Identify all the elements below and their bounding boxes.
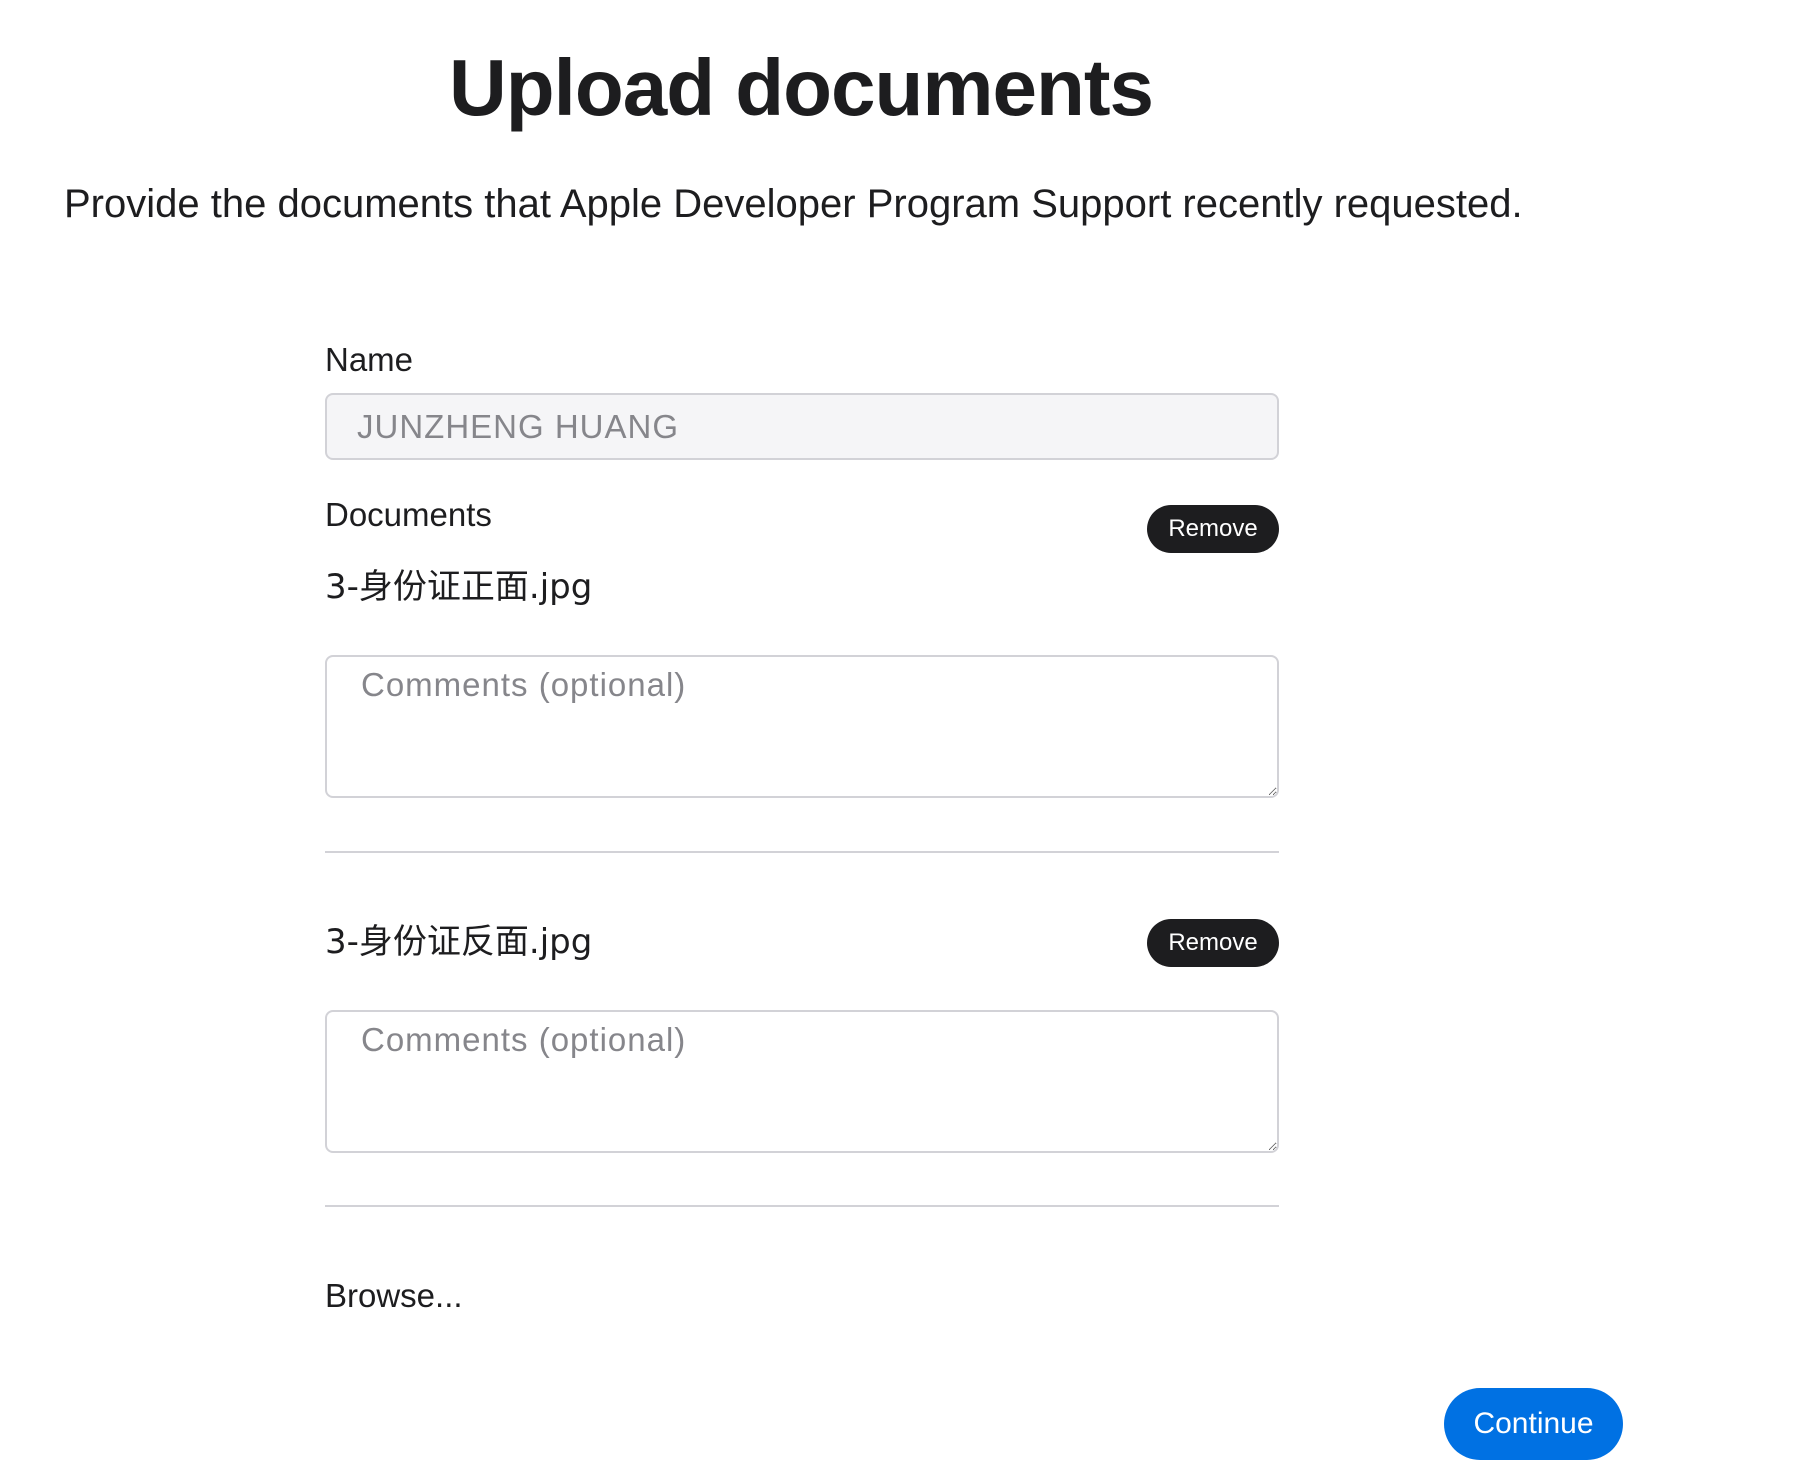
page-subtitle: Provide the documents that Apple Develop… (64, 182, 1523, 226)
divider (325, 851, 1279, 853)
page-title: Upload documents (448, 43, 1154, 132)
name-field[interactable] (325, 393, 1279, 460)
document-1-file-name: 3-身份证正面.jpg (325, 567, 593, 607)
document-1-comments-field[interactable] (325, 655, 1279, 798)
remove-document-2-button[interactable]: Remove (1147, 919, 1279, 967)
document-2-comments-field[interactable] (325, 1010, 1279, 1153)
remove-document-1-button[interactable]: Remove (1147, 505, 1279, 553)
browse-button[interactable]: Browse... (325, 1276, 463, 1316)
divider (325, 1205, 1279, 1207)
document-2-file-name: 3-身份证反面.jpg (325, 922, 593, 962)
documents-label: Documents (325, 496, 492, 533)
name-label: Name (325, 341, 414, 378)
continue-button[interactable]: Continue (1444, 1388, 1623, 1460)
